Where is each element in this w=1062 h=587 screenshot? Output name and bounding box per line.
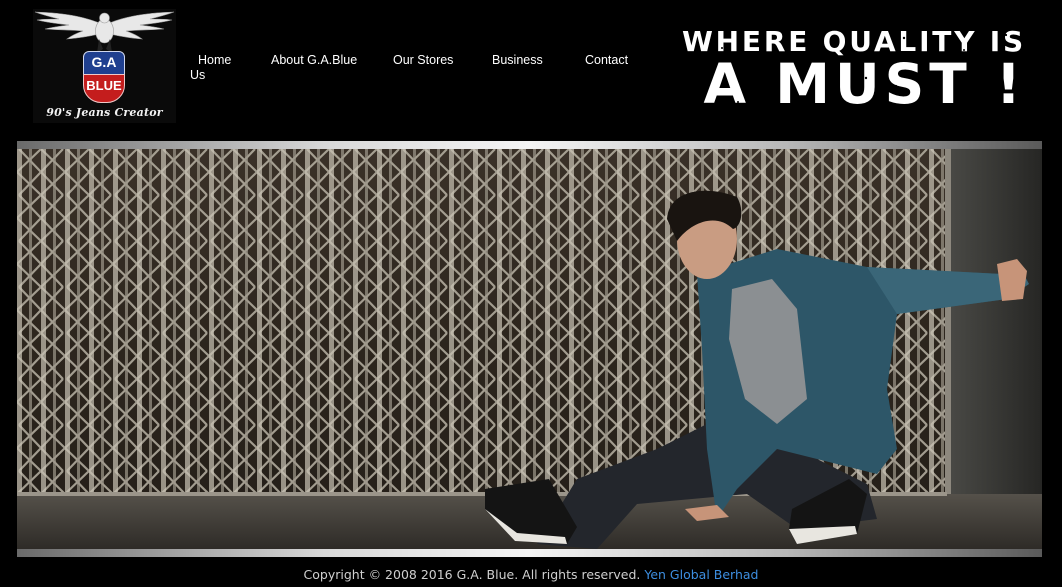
logo-badge-top: G.A: [83, 51, 125, 75]
nav-contact-link-wrap[interactable]: Us: [190, 68, 205, 83]
copyright-text: Copyright © 2008 2016 G.A. Blue. All rig…: [303, 567, 641, 582]
logo-badge-bottom: BLUE: [83, 74, 125, 103]
nav-home-link[interactable]: Home: [198, 53, 231, 68]
logo-tagline: 90's Jeans Creator: [46, 106, 163, 119]
banner-frame-bottom: [17, 549, 1042, 557]
nav-business-link[interactable]: Business: [492, 53, 543, 68]
slogan: WHERE QUALITY IS A MUST !: [634, 26, 1026, 112]
nav-stores-link[interactable]: Our Stores: [393, 53, 453, 68]
hero-photo: [17, 149, 1042, 549]
brand-logo[interactable]: G.A BLUE 90's Jeans Creator: [33, 9, 176, 123]
banner-frame-top: [17, 141, 1042, 149]
company-link[interactable]: Yen Global Berhad: [644, 567, 758, 582]
nav-about-link[interactable]: About G.A.Blue: [271, 53, 357, 68]
hero-banner: [17, 149, 1042, 549]
main-nav: Home About G.A.Blue Our Stores Business …: [190, 53, 640, 93]
slogan-line-2: A MUST !: [703, 52, 1026, 116]
logo-badge: G.A BLUE: [83, 51, 125, 103]
site-footer: Copyright © 2008 2016 G.A. Blue. All rig…: [0, 567, 1062, 583]
nav-contact-link[interactable]: Contact: [585, 53, 628, 68]
